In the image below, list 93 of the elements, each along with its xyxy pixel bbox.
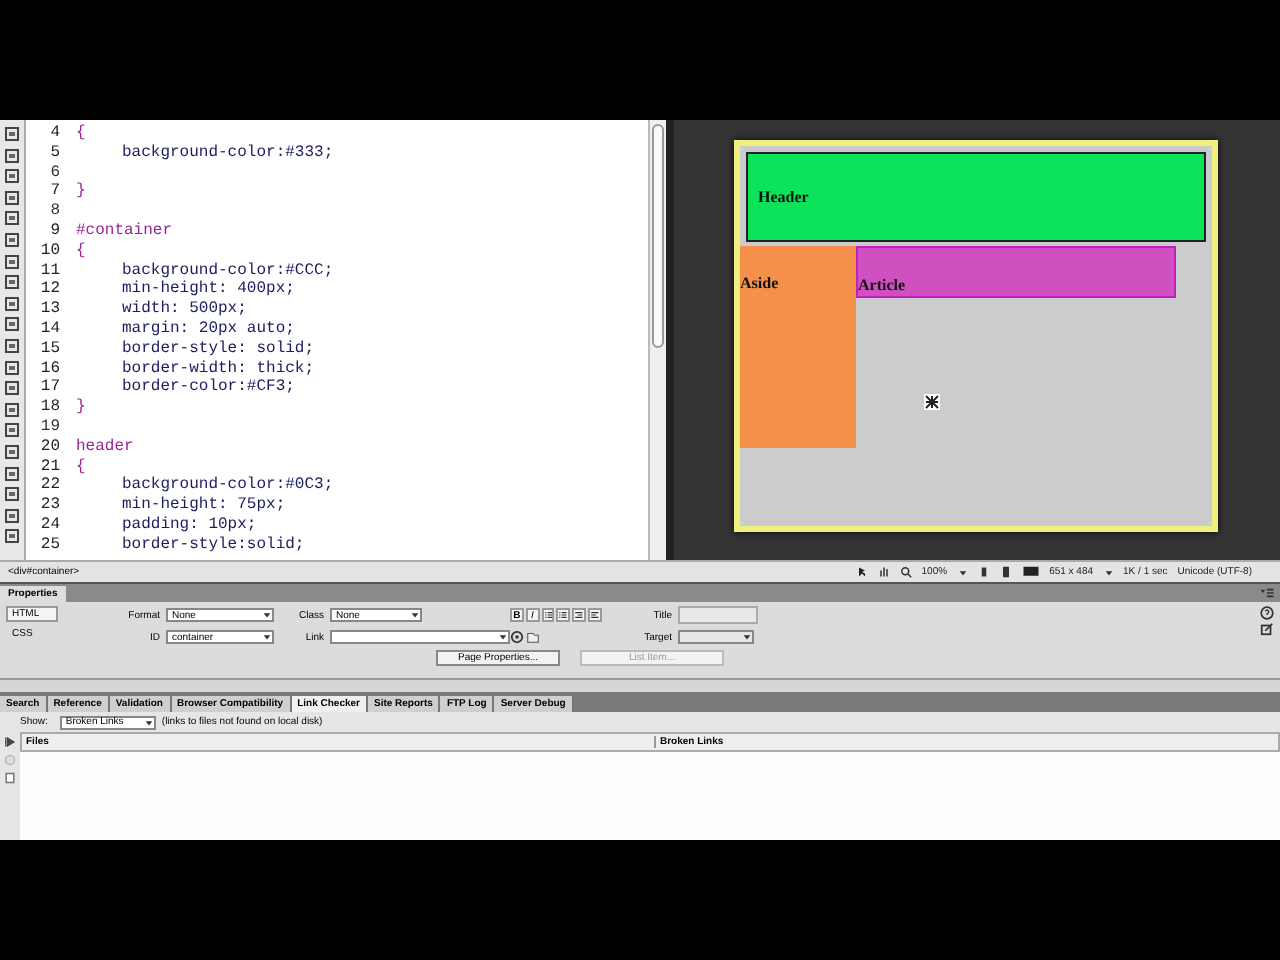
toolbar-icon[interactable] — [4, 126, 20, 142]
line-number: 11 — [38, 261, 60, 281]
code-line: background-color:#0C3; — [122, 476, 334, 496]
code-line: background-color:#CCC; — [122, 261, 334, 280]
code-line: margin: 20px auto; — [122, 319, 295, 340]
caret-icon — [742, 632, 752, 642]
aside-text: Aside — [740, 274, 779, 292]
code-line: background-color:#333; — [122, 143, 334, 164]
target-dropdown[interactable] — [678, 630, 754, 644]
line-number: 25 — [38, 535, 60, 556]
toolbar-icon[interactable] — [4, 507, 20, 524]
help-icon[interactable] — [1260, 606, 1274, 620]
line-number: 16 — [38, 359, 60, 379]
line-number: 15 — [38, 339, 60, 360]
numbered-list-icon[interactable] — [556, 608, 571, 622]
toolbar-icon[interactable] — [4, 380, 20, 397]
toolbar-icon[interactable] — [4, 147, 20, 164]
toolbar-icon[interactable] — [4, 465, 20, 481]
toolbar-icon[interactable] — [4, 316, 20, 333]
toolbar-icon[interactable] — [4, 422, 20, 439]
line-number: 22 — [38, 476, 60, 497]
line-number: 8 — [48, 202, 60, 222]
line-number: 4 — [48, 124, 60, 144]
code-line: } — [76, 182, 86, 203]
desktop-size-icon[interactable] — [1021, 566, 1040, 578]
code-line: header — [76, 437, 134, 458]
line-number: 19 — [38, 417, 60, 438]
line-number: 13 — [38, 300, 60, 320]
line-number: 24 — [38, 515, 60, 536]
line-number: 6 — [48, 163, 60, 183]
target-icon[interactable] — [510, 630, 524, 644]
code-line: border-style: solid; — [122, 339, 315, 360]
toolbar-icon[interactable] — [4, 337, 20, 354]
line-number: 10 — [38, 241, 60, 262]
code-line: } — [76, 398, 86, 418]
code-line: width: 500px; — [122, 300, 247, 320]
line-number: 5 — [48, 143, 60, 164]
play-icon[interactable] — [4, 736, 16, 748]
pointer-icon[interactable] — [855, 566, 868, 578]
line-number: 12 — [38, 280, 60, 301]
code-line: { — [76, 457, 86, 477]
toolbar-icon[interactable] — [4, 528, 20, 545]
caret-icon[interactable] — [1103, 567, 1114, 577]
toolbar-icon[interactable] — [4, 443, 20, 460]
code-line: border-style:solid; — [122, 535, 305, 556]
toolbar-icon[interactable] — [4, 486, 20, 503]
code-line: padding: 10px; — [122, 515, 257, 536]
code-line: { — [76, 124, 86, 144]
phone-size-icon[interactable] — [977, 566, 990, 578]
title-field[interactable] — [678, 606, 758, 624]
caret-icon — [262, 610, 272, 620]
article-text: Article — [858, 276, 906, 294]
anchor-icon — [924, 394, 940, 410]
line-number: 7 — [48, 182, 60, 203]
line-number: 17 — [38, 378, 60, 399]
caret-icon — [498, 632, 508, 642]
code-line: border-color:#CF3; — [122, 378, 295, 399]
line-number: 20 — [38, 437, 60, 458]
code-line: border-width: thick; — [122, 359, 315, 378]
edit-icon[interactable] — [1260, 622, 1274, 636]
code-line: { — [76, 241, 86, 262]
line-number: 23 — [38, 496, 60, 516]
panel-menu-icon[interactable] — [1260, 588, 1274, 598]
toolbar-icon[interactable] — [4, 210, 20, 227]
line-number: 14 — [38, 319, 60, 340]
caret-icon[interactable] — [957, 567, 968, 577]
toolbar-icon[interactable] — [4, 359, 20, 376]
toolbar-icon[interactable] — [4, 274, 20, 291]
code-line: #container — [76, 221, 173, 242]
caret-icon — [410, 610, 420, 620]
document-icon[interactable] — [4, 772, 16, 784]
toolbar-icon[interactable] — [4, 231, 20, 248]
caret-icon — [143, 717, 154, 727]
toolbar-icon[interactable] — [4, 189, 20, 206]
indent-icon[interactable] — [588, 608, 602, 622]
toolbar-icon[interactable] — [4, 253, 20, 270]
scrollbar[interactable] — [648, 120, 666, 560]
toolbar-icon[interactable] — [4, 295, 20, 312]
zoom-icon[interactable] — [899, 566, 912, 578]
toolbar-icon[interactable] — [4, 401, 20, 418]
tablet-size-icon[interactable] — [999, 566, 1012, 578]
toolbar-icon[interactable] — [4, 168, 20, 185]
folder-icon[interactable] — [526, 630, 540, 644]
caret-icon — [262, 632, 272, 642]
bullet-list-icon[interactable] — [541, 608, 555, 622]
link-field[interactable] — [330, 630, 510, 644]
line-number: 21 — [38, 457, 60, 477]
code-line: min-height: 75px; — [122, 496, 286, 516]
line-number: 18 — [38, 398, 60, 418]
outdent-icon[interactable] — [572, 608, 587, 622]
header-text: Header — [758, 188, 809, 206]
code-line: min-height: 400px; — [122, 280, 295, 300]
line-number: 9 — [48, 221, 60, 242]
